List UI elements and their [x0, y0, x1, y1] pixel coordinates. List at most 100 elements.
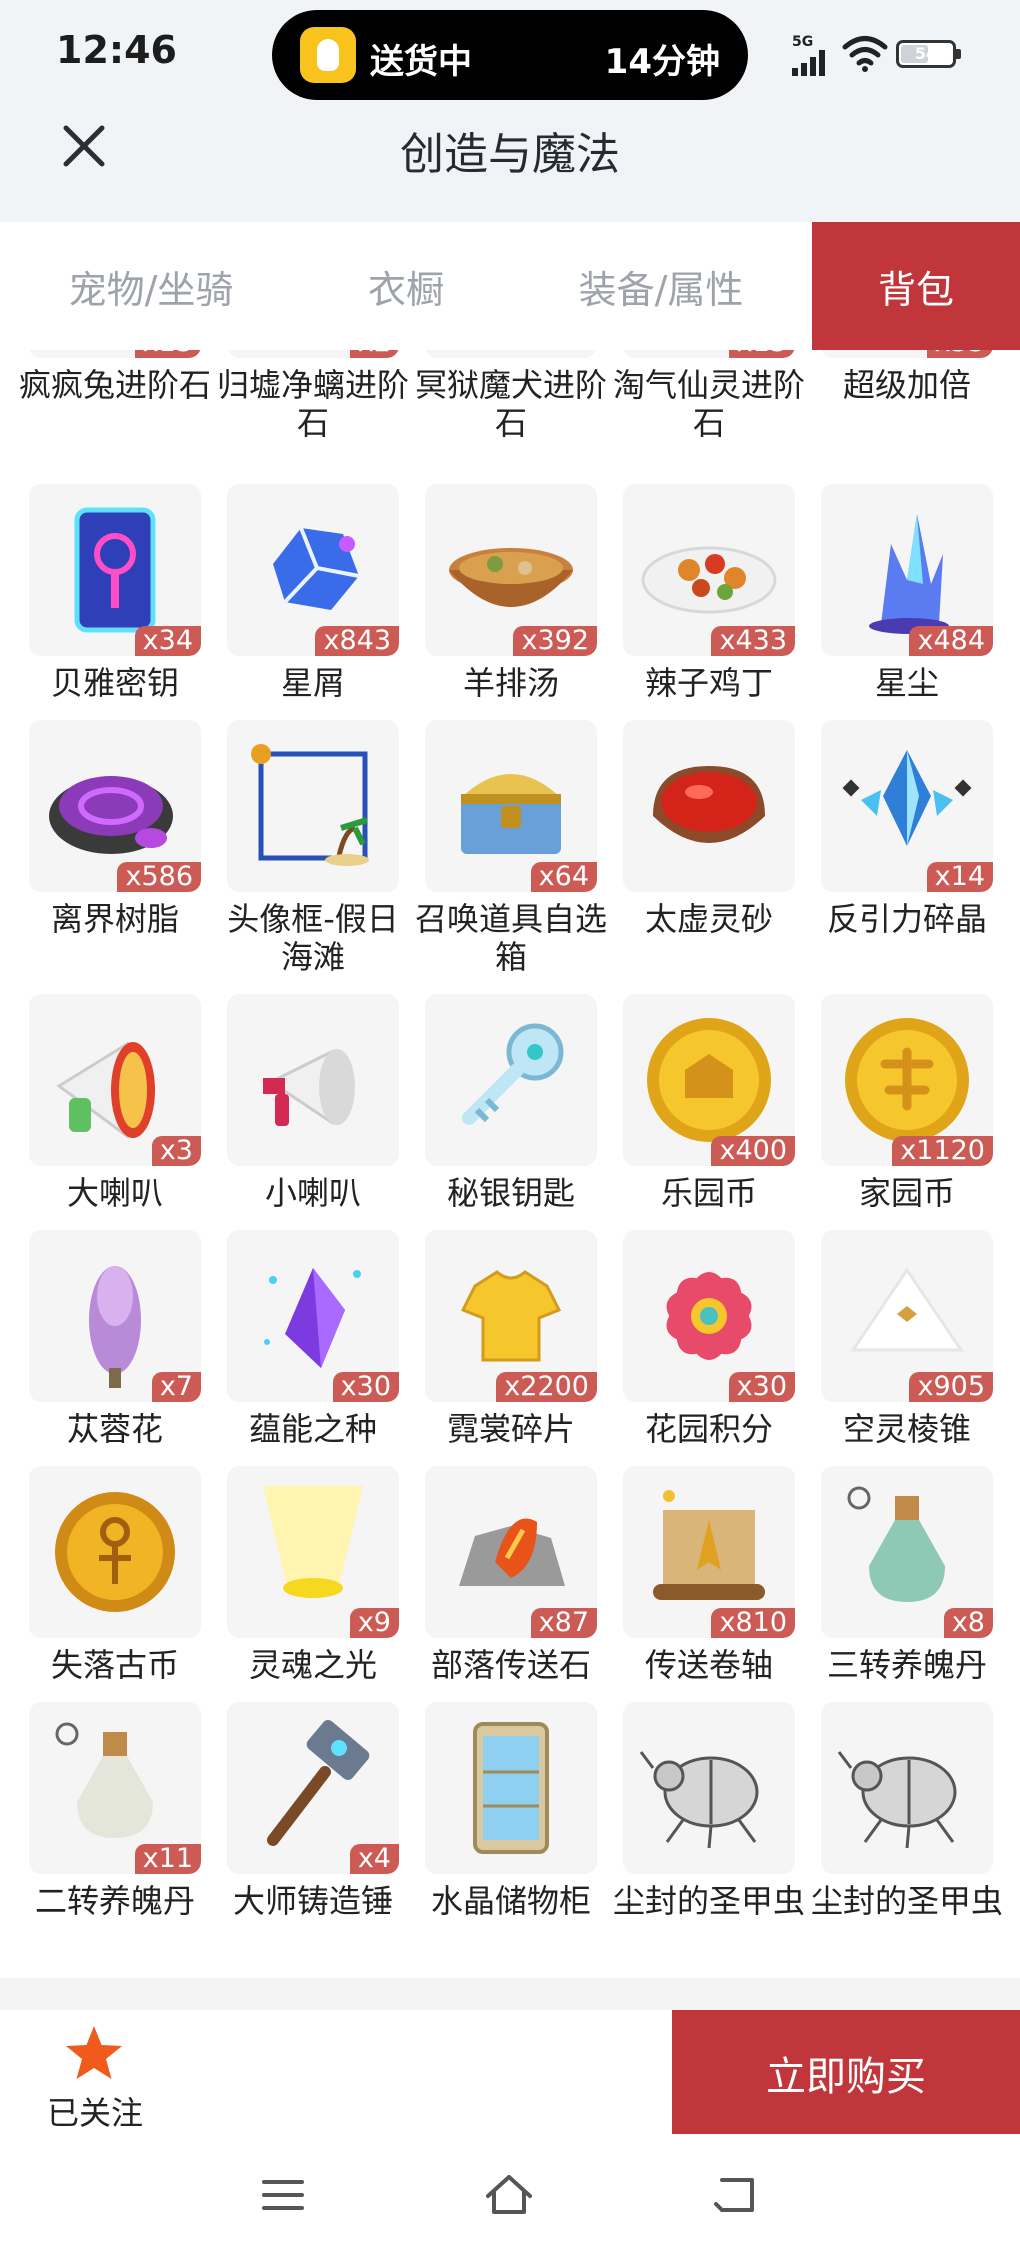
item-count-badge: x586 — [117, 862, 201, 892]
dynamic-island[interactable]: 送货中 14分钟 — [272, 10, 748, 100]
purple-stone-icon — [425, 350, 597, 358]
resin-icon: x586 — [29, 720, 201, 892]
double-icon: x33 — [821, 350, 993, 358]
cistanche-flower-icon: x7 — [29, 1230, 201, 1402]
potion-bottle-icon: x8 — [821, 1466, 993, 1638]
small-horn-icon — [227, 994, 399, 1166]
top-area: 12:46 送货中 14分钟 5G 54 创造与魔法 — [0, 0, 1020, 222]
item-name: 家园币 — [858, 1174, 955, 1212]
follow-label: 已关注 — [46, 2094, 143, 2132]
item-count-badge: x7 — [151, 1372, 201, 1402]
item-name: 秘银钥匙 — [446, 1174, 575, 1212]
item-name: 失落古币 — [50, 1646, 179, 1684]
key-card-icon: x34 — [29, 484, 201, 656]
tab-wardrobe[interactable]: 衣橱 — [302, 222, 510, 350]
teleport-stone-icon: x87 — [425, 1466, 597, 1638]
item-count-badge: x433 — [711, 626, 795, 656]
scarab-icon — [623, 1702, 795, 1874]
item-name: 星尘 — [874, 664, 939, 702]
item-name: 灵魂之光 — [248, 1646, 377, 1684]
buy-now-button[interactable]: 立即购买 — [672, 2010, 1020, 2136]
item-name: 花园积分 — [644, 1410, 773, 1448]
tab-backpack[interactable]: 背包 — [812, 222, 1020, 350]
divider — [0, 1978, 1020, 2010]
item-name: 贝雅密钥 — [50, 664, 179, 702]
status-icons: 5G 54 — [790, 30, 970, 76]
hammer-icon: x4 — [227, 1702, 399, 1874]
item-name: 尘封的圣甲虫 — [612, 1882, 805, 1920]
spicy-chicken-icon: x433 — [623, 484, 795, 656]
island-status-text: 送货中 — [370, 42, 472, 82]
item-name: 尘封的圣甲虫 — [810, 1882, 1003, 1920]
item-name: 乐园币 — [660, 1174, 757, 1212]
item-count-badge: x30 — [332, 1372, 399, 1402]
item-name: 淘气仙灵进阶石 — [612, 366, 805, 442]
item-count-badge: x3 — [151, 1136, 201, 1166]
purple-stone-icon: x13 — [623, 350, 795, 358]
item-name: 小喇叭 — [264, 1174, 361, 1212]
tab-pets-mounts[interactable]: 宠物/坐骑 — [0, 222, 302, 350]
item-name: 传送卷轴 — [644, 1646, 773, 1684]
item-count-badge: x2 — [349, 350, 399, 358]
item-name: 苁蓉花 — [66, 1410, 163, 1448]
item-name: 部落传送石 — [430, 1646, 591, 1684]
item-name: 水晶储物柜 — [430, 1882, 591, 1920]
home-icon[interactable] — [484, 2172, 534, 2218]
back-icon[interactable] — [712, 2172, 762, 2218]
menu-icon[interactable] — [258, 2172, 308, 2218]
star-shard-icon: x843 — [227, 484, 399, 656]
soup-icon: x392 — [425, 484, 597, 656]
scarab-icon — [821, 1702, 993, 1874]
item-name: 反引力碎晶 — [826, 900, 987, 938]
page-title: 创造与魔法 — [400, 129, 620, 180]
item-count-badge: x810 — [711, 1608, 795, 1638]
item-name: 霓裳碎片 — [446, 1410, 575, 1448]
item-name: 头像框-假日海滩 — [227, 900, 399, 976]
item-count-badge: x8 — [943, 1608, 993, 1638]
item-name: 大师铸造锤 — [232, 1882, 393, 1920]
backpack-grid[interactable]: x13 疯疯兔进阶石 x2 归墟净螭进阶石冥狱魔犬进阶石 x13 淘气仙灵进阶石 x33 超级… — [0, 350, 1020, 1978]
item-name: 太虚灵砂 — [644, 900, 773, 938]
chest-icon: x64 — [425, 720, 597, 892]
potion-bottle-white-icon: x11 — [29, 1702, 201, 1874]
item-name: 归墟净螭进阶石 — [216, 366, 409, 442]
system-nav-bar — [0, 2134, 1020, 2255]
tab-equipment[interactable]: 装备/属性 — [510, 222, 812, 350]
crystal-cabinet-icon — [425, 1702, 597, 1874]
battery-icon: 54 — [896, 40, 961, 68]
pyramid-icon: x905 — [821, 1230, 993, 1402]
item-name: 星屑 — [280, 664, 345, 702]
item-count-badge: x87 — [530, 1608, 597, 1638]
item-name: 三转养魄丹 — [826, 1646, 987, 1684]
item-count-badge: x905 — [909, 1372, 993, 1402]
item-name: 召唤道具自选箱 — [414, 900, 607, 976]
item-count-badge: x14 — [926, 862, 993, 892]
item-name: 空灵棱锥 — [842, 1410, 971, 1448]
item-count-badge: x13 — [728, 350, 795, 358]
antigravity-crystal-icon: x14 — [821, 720, 993, 892]
follow-button[interactable]: 已关注 — [30, 2024, 160, 2132]
item-count-badge: x4 — [349, 1844, 399, 1874]
item-name: 疯疯兔进阶石 — [18, 366, 211, 404]
item-count-badge: x34 — [134, 626, 201, 656]
ancient-coin-icon — [29, 1466, 201, 1638]
garden-flower-icon: x30 — [623, 1230, 795, 1402]
status-time: 12:46 — [56, 28, 177, 72]
app-page: 12:46 送货中 14分钟 5G 54 创造与魔法 宠物/坐骑 衣橱 装备/属… — [0, 0, 1020, 2255]
star-icon — [66, 2026, 122, 2079]
category-tabs: 宠物/坐骑 衣橱 装备/属性 背包 — [0, 222, 1020, 350]
item-count-badge: x392 — [513, 626, 597, 656]
star-crystal-icon: x484 — [821, 484, 993, 656]
bottom-action-bar: 已关注 立即购买 — [0, 2010, 1020, 2136]
network-type: 5G — [792, 34, 814, 50]
purple-stone-icon: x2 — [227, 350, 399, 358]
shirt-shard-icon: x2200 — [425, 1230, 597, 1402]
item-count-badge: x484 — [909, 626, 993, 656]
item-name: 超级加倍 — [842, 366, 971, 404]
item-name: 蕴能之种 — [248, 1410, 377, 1448]
home-coin-icon: x1120 — [821, 994, 993, 1166]
item-count-badge: x2200 — [496, 1372, 597, 1402]
paradise-coin-icon: x400 — [623, 994, 795, 1166]
delivery-app-icon — [300, 27, 356, 83]
item-name: 大喇叭 — [66, 1174, 163, 1212]
